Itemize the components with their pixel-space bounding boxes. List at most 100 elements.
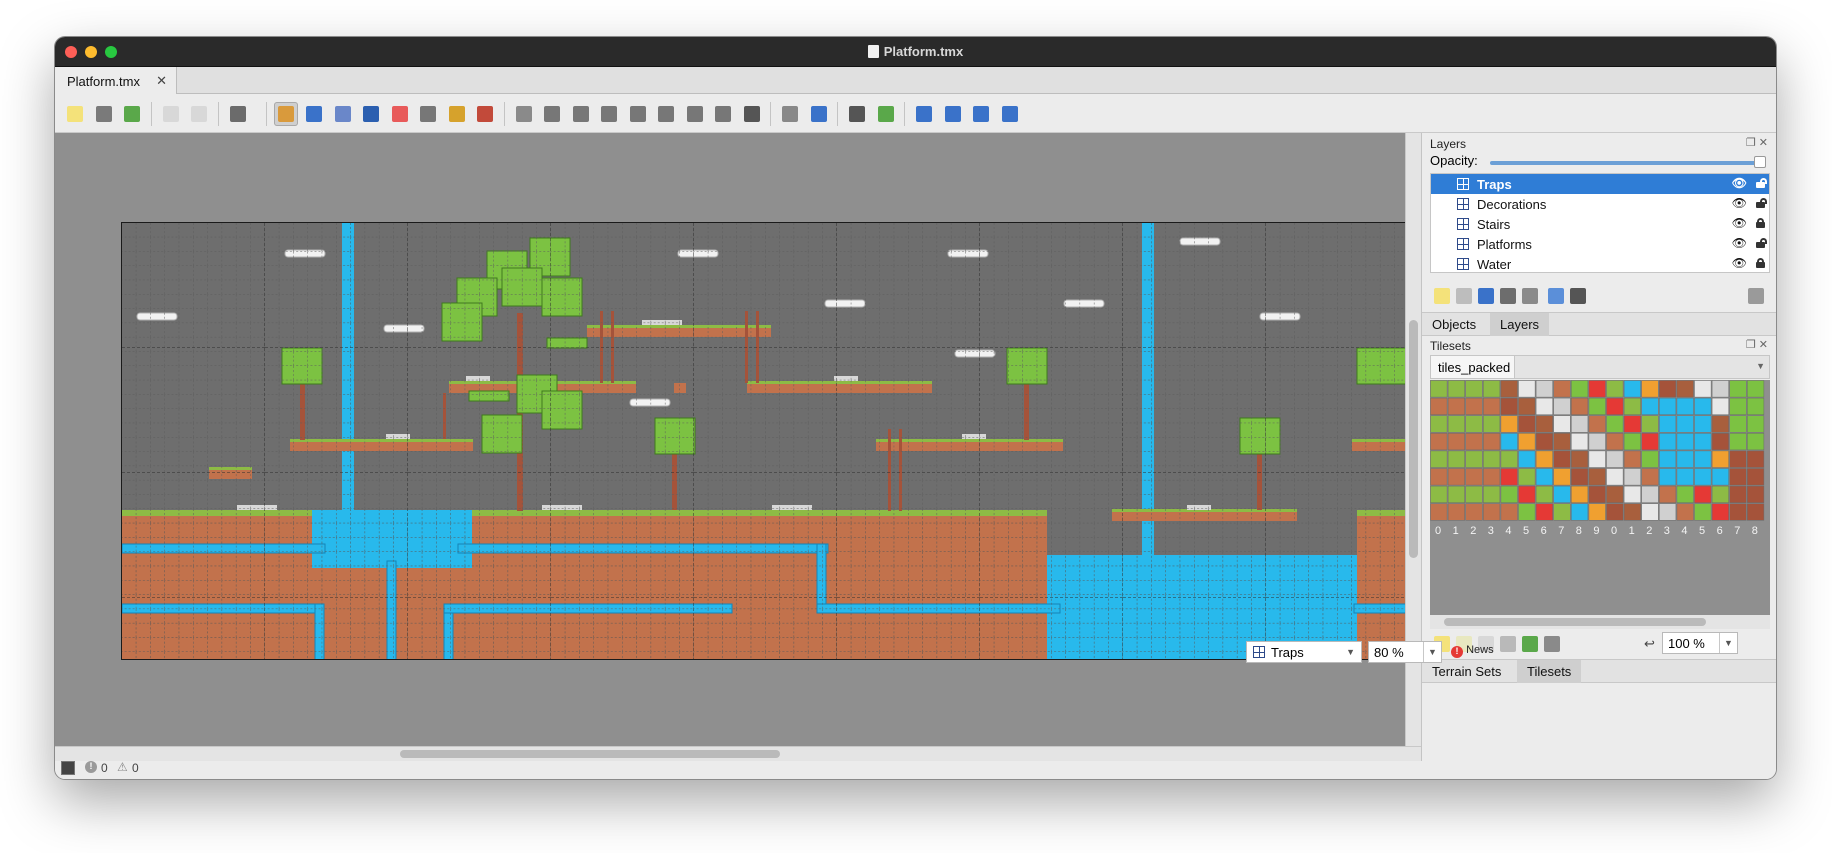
- tile[interactable]: [1641, 450, 1659, 468]
- magic-wand-button[interactable]: [445, 102, 469, 126]
- tile[interactable]: [1694, 485, 1712, 503]
- raise-layer-icon[interactable]: [1456, 288, 1472, 304]
- tile[interactable]: [1483, 503, 1501, 521]
- layer-row-traps[interactable]: Traps 👁: [1431, 174, 1769, 194]
- world-tool-button[interactable]: [807, 102, 831, 126]
- duplicate-layer-icon[interactable]: [1500, 288, 1516, 304]
- map-canvas[interactable]: [121, 222, 1406, 660]
- tile[interactable]: [1500, 450, 1518, 468]
- tile[interactable]: [1588, 450, 1606, 468]
- tile[interactable]: [1465, 450, 1483, 468]
- tile[interactable]: [1659, 415, 1677, 433]
- tile[interactable]: [1518, 380, 1536, 398]
- error-icon[interactable]: !: [85, 761, 97, 773]
- tile[interactable]: [1447, 397, 1465, 415]
- opacity-slider-knob[interactable]: [1754, 156, 1766, 168]
- tile[interactable]: [1588, 468, 1606, 486]
- tile[interactable]: [1606, 415, 1624, 433]
- insert-ellipse-button[interactable]: [626, 102, 650, 126]
- tile[interactable]: [1729, 415, 1747, 433]
- layer-row-water[interactable]: Water 👁: [1431, 254, 1769, 274]
- tile[interactable]: [1641, 415, 1659, 433]
- tile[interactable]: [1676, 485, 1694, 503]
- tile[interactable]: [1694, 415, 1712, 433]
- tile[interactable]: [1500, 433, 1518, 451]
- tile[interactable]: [1729, 397, 1747, 415]
- tile[interactable]: [1553, 380, 1571, 398]
- tile[interactable]: [1518, 450, 1536, 468]
- tile[interactable]: [1447, 415, 1465, 433]
- tile[interactable]: [1729, 433, 1747, 451]
- news-button[interactable]: ! News: [1451, 644, 1494, 658]
- unlock-icon[interactable]: [1756, 178, 1767, 188]
- eye-icon[interactable]: 👁: [1732, 236, 1747, 250]
- tile[interactable]: [1623, 380, 1641, 398]
- tile[interactable]: [1676, 380, 1694, 398]
- tile[interactable]: [1747, 450, 1765, 468]
- tile[interactable]: [1694, 450, 1712, 468]
- insert-tile-button[interactable]: [683, 102, 707, 126]
- tile[interactable]: [1588, 485, 1606, 503]
- current-layer-combo[interactable]: Traps ▼: [1246, 641, 1362, 663]
- tile[interactable]: [1729, 450, 1747, 468]
- tile[interactable]: [1676, 397, 1694, 415]
- tile[interactable]: [1676, 503, 1694, 521]
- tile[interactable]: [1694, 503, 1712, 521]
- tile[interactable]: [1518, 468, 1536, 486]
- tab-objects[interactable]: Objects: [1422, 313, 1486, 336]
- tile[interactable]: [1711, 485, 1729, 503]
- tile[interactable]: [1500, 397, 1518, 415]
- new-layer-icon[interactable]: [1434, 288, 1450, 304]
- tile[interactable]: [1500, 468, 1518, 486]
- tile[interactable]: [1571, 450, 1589, 468]
- bucket-fill-button[interactable]: [331, 102, 355, 126]
- tile[interactable]: [1711, 397, 1729, 415]
- layer-row-decorations[interactable]: Decorations 👁: [1431, 194, 1769, 214]
- tile[interactable]: [1465, 468, 1483, 486]
- eye-icon[interactable]: 👁: [1732, 176, 1747, 190]
- tile[interactable]: [1606, 433, 1624, 451]
- chevron-down-icon[interactable]: ▼: [1423, 642, 1441, 662]
- tile[interactable]: [1711, 468, 1729, 486]
- select-same-tile-button[interactable]: [473, 102, 497, 126]
- tile[interactable]: [1447, 450, 1465, 468]
- float-panel-icon[interactable]: ❐: [1746, 339, 1756, 351]
- tile[interactable]: [1430, 503, 1448, 521]
- tile[interactable]: [1465, 380, 1483, 398]
- eraser-button[interactable]: [388, 102, 412, 126]
- lock-icon[interactable]: [1756, 258, 1765, 268]
- tile[interactable]: [1747, 433, 1765, 451]
- tile[interactable]: [1430, 397, 1448, 415]
- map-horizontal-scroll-thumb[interactable]: [400, 750, 780, 758]
- tile[interactable]: [1465, 397, 1483, 415]
- tile[interactable]: [1711, 450, 1729, 468]
- tile[interactable]: [1711, 433, 1729, 451]
- close-panel-icon[interactable]: ✕: [1759, 339, 1768, 351]
- tile[interactable]: [1571, 503, 1589, 521]
- save-button[interactable]: [120, 102, 144, 126]
- tile[interactable]: [1553, 468, 1571, 486]
- tile[interactable]: [1729, 485, 1747, 503]
- chevron-down-icon[interactable]: ▼: [1719, 633, 1737, 653]
- insert-point-button[interactable]: [597, 102, 621, 126]
- tile[interactable]: [1430, 485, 1448, 503]
- tileset-zoom-combo[interactable]: 100 % ▼: [1662, 632, 1738, 654]
- tile[interactable]: [1553, 415, 1571, 433]
- tile[interactable]: [1606, 450, 1624, 468]
- remove-tileset-icon[interactable]: [1544, 636, 1560, 652]
- map-view[interactable]: [55, 133, 1406, 746]
- dynamic-wrapping-icon[interactable]: [1522, 636, 1538, 652]
- tile[interactable]: [1571, 397, 1589, 415]
- tile[interactable]: [1571, 468, 1589, 486]
- rotate-right-button[interactable]: [998, 102, 1022, 126]
- tile[interactable]: [1535, 433, 1553, 451]
- tile[interactable]: [1676, 415, 1694, 433]
- tile[interactable]: [1747, 485, 1765, 503]
- tile[interactable]: [1606, 485, 1624, 503]
- tile[interactable]: [1571, 433, 1589, 451]
- tile[interactable]: [1535, 397, 1553, 415]
- flip-vertical-button[interactable]: [941, 102, 965, 126]
- tile[interactable]: [1535, 380, 1553, 398]
- tile[interactable]: [1518, 485, 1536, 503]
- tileset-horizontal-scrollbar[interactable]: [1430, 615, 1770, 629]
